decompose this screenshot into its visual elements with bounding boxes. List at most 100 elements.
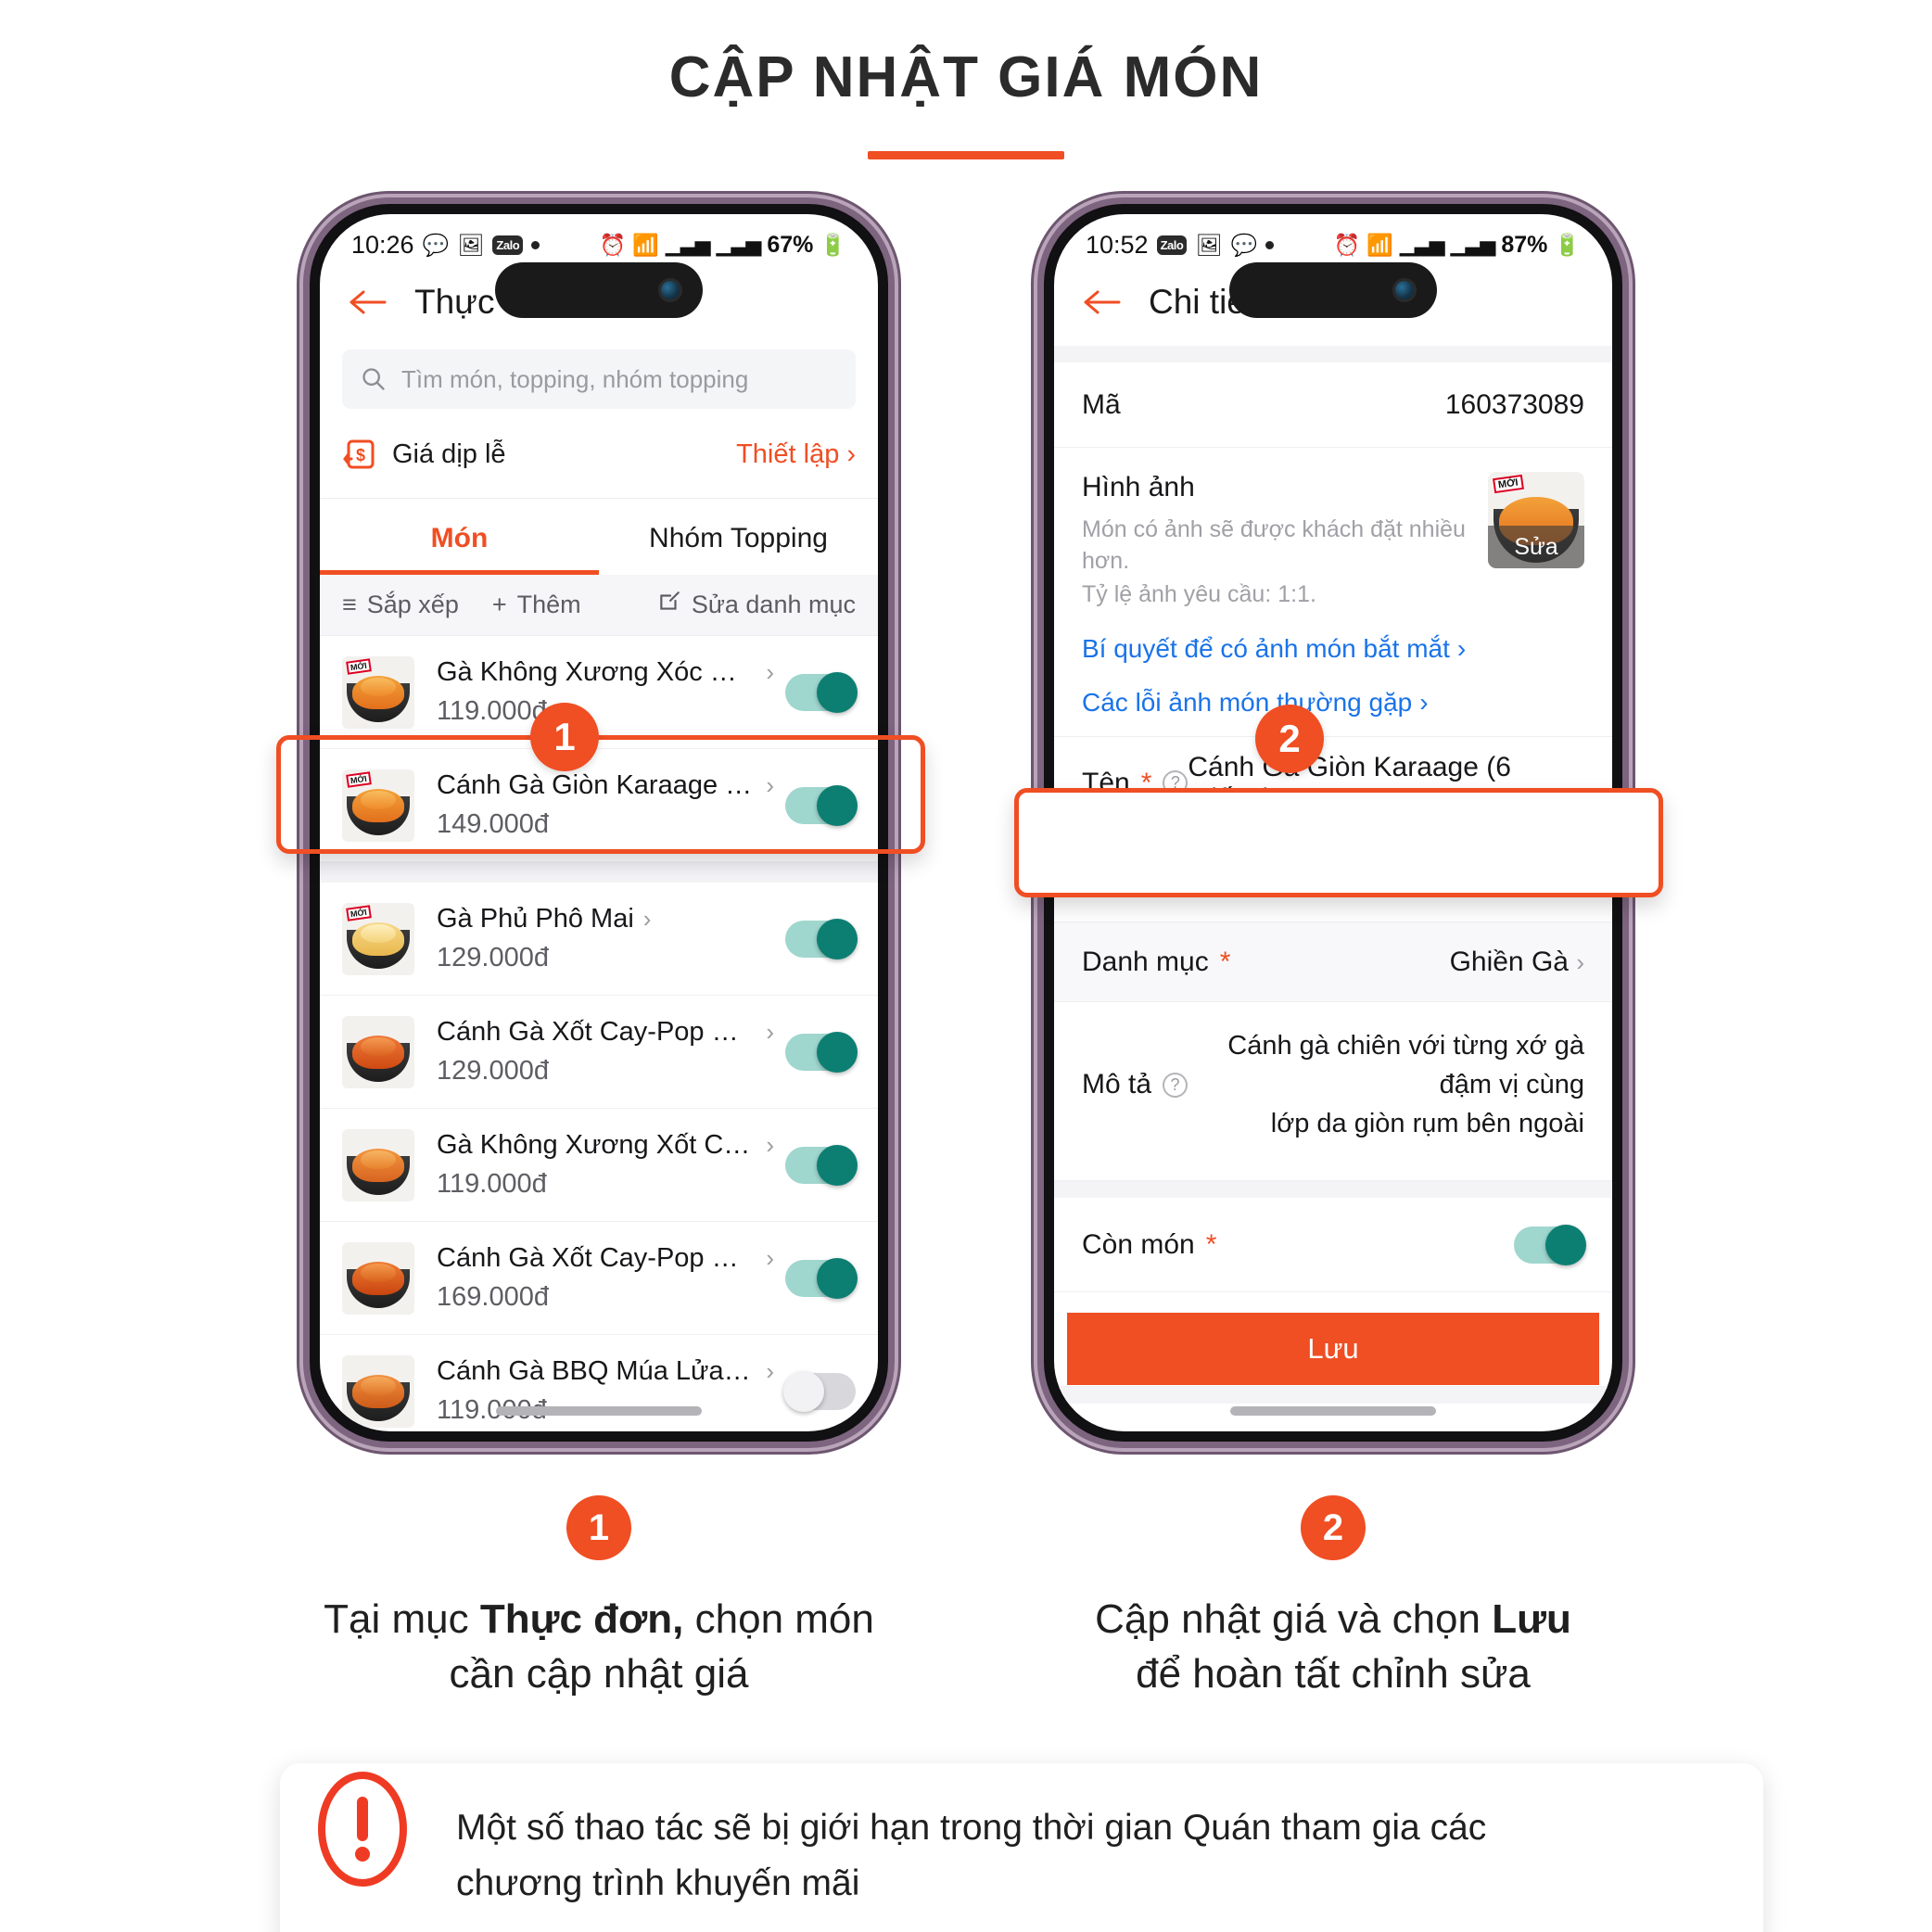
status-right: ⏰ 📶 ▁▃▅ ▁▃▅ 87% 🔋	[1334, 232, 1582, 259]
available-label-text: Còn món	[1082, 1228, 1195, 1260]
chevron-right-icon: ›	[766, 1131, 774, 1159]
chevron-right-icon: ›	[766, 658, 774, 686]
price-value: 152.000đ	[1468, 859, 1584, 891]
chevron-right-icon: ›	[1576, 947, 1584, 976]
image-hint-1: Món có ảnh sẽ được khách đặt nhiều hơn.	[1082, 516, 1466, 574]
dish-name: Cánh Gà Xốt Cay-Pop Hàn Quố...	[437, 1243, 757, 1273]
name-row[interactable]: Tên * ? Cánh Gà Giòn Karaage (6 Miếng)	[1054, 737, 1612, 831]
back-arrow-icon[interactable]	[1082, 287, 1123, 317]
dynamic-island	[495, 262, 703, 318]
table-row[interactable]: MỚI Cánh Gà Giòn Karaage (6 Miến... › 14…	[320, 749, 878, 862]
description-label: Mô tả ?	[1082, 1026, 1188, 1143]
dish-thumbnail	[342, 1015, 414, 1088]
code-row: Mã 160373089	[1054, 362, 1612, 448]
caption-2: 2 Cập nhật giá và chọn Lưu để hoàn tất c…	[1044, 1495, 1622, 1702]
name-value: Cánh Gà Giòn Karaage (6 Miếng)	[1188, 751, 1511, 814]
available-row[interactable]: Còn món *	[1054, 1198, 1612, 1293]
setup-link-label: Thiết lập	[736, 439, 840, 469]
setup-link[interactable]: Thiết lập ›	[736, 439, 856, 470]
tab-bar: Món Nhóm Topping	[320, 499, 878, 575]
title-underline	[868, 151, 1064, 159]
back-arrow-icon[interactable]	[348, 287, 388, 317]
caption-text-1: Tại mục Thực đơn, chọn món cần cập nhật …	[310, 1592, 888, 1702]
chevron-right-icon: ›	[766, 1018, 774, 1046]
zalo-icon: Zalo	[1156, 235, 1188, 255]
table-row[interactable]: Cánh Gà BBQ Múa Lửa Hồng (... › 119.000đ	[320, 1335, 878, 1431]
wifi-icon: 📶	[632, 232, 659, 257]
category-row[interactable]: Danh mục * Ghiền Gà ›	[1054, 922, 1612, 1003]
phones-row: 10:26 💬 🖼 Zalo ⏰ 📶 ▁▃▅ ▁▃▅ 67% 🔋 Thực đơ…	[0, 204, 1932, 1442]
dish-thumbnail	[342, 1241, 414, 1315]
signal-icon-1: ▁▃▅	[1399, 233, 1445, 256]
image-section: Hình ảnh Món có ảnh sẽ được khách đặt nh…	[1054, 448, 1612, 738]
dish-toggle[interactable]	[785, 784, 858, 826]
dish-thumbnail: MỚI	[342, 769, 414, 842]
add-button[interactable]: + Thêm	[492, 591, 581, 619]
sort-label: Sắp xếp	[366, 591, 459, 618]
tab-mon[interactable]: Món	[320, 499, 599, 575]
code-label: Mã	[1082, 388, 1121, 420]
help-icon[interactable]: ?	[1163, 1072, 1188, 1098]
dish-name: Cánh Gà BBQ Múa Lửa Hồng (...	[437, 1356, 756, 1386]
dish-toggle[interactable]	[785, 1144, 858, 1186]
table-row[interactable]: MỚI Gà Không Xương Xóc Mắm Tỏi ... › 119…	[320, 636, 878, 749]
holiday-price-row[interactable]: $ Giá dịp lễ Thiết lập ›	[320, 409, 878, 499]
tips-link[interactable]: Bí quyết để có ảnh món bắt mắt ›	[1082, 634, 1468, 664]
page-title: CẬP NHẬT GIÁ MÓN	[668, 45, 1264, 109]
save-button[interactable]: Lưu	[1067, 1313, 1599, 1385]
chat-icon: 💬	[422, 232, 450, 257]
section-divider	[1054, 346, 1612, 362]
image-title: Hình ảnh	[1082, 472, 1195, 502]
phone-1: 10:26 💬 🖼 Zalo ⏰ 📶 ▁▃▅ ▁▃▅ 67% 🔋 Thực đơ…	[310, 204, 888, 1442]
exclamation-icon	[304, 1771, 421, 1888]
captions-row: 1 Tại mục Thực đơn, chọn món cần cập nhậ…	[0, 1495, 1932, 1702]
step-badge-1: 1	[530, 703, 599, 771]
more-dot-icon	[1265, 240, 1275, 249]
errors-link-label: Các lỗi ảnh món thường gặp	[1082, 688, 1413, 718]
search-placeholder: Tìm món, topping, nhóm topping	[401, 364, 749, 393]
dish-toggle[interactable]	[783, 1370, 856, 1412]
dish-toggle[interactable]	[785, 1031, 858, 1073]
dish-toggle[interactable]	[785, 918, 858, 960]
signal-icon-2: ▁▃▅	[716, 233, 762, 256]
price-row[interactable]: Giá * ? 152.000đ	[1054, 830, 1612, 923]
name-label-text: Tên	[1082, 767, 1130, 798]
caption-badge-2: 2	[1301, 1495, 1366, 1560]
sort-button[interactable]: ≡ Sắp xếp	[342, 591, 459, 619]
alarm-icon: ⏰	[599, 232, 627, 257]
price-tag-icon: $	[342, 437, 377, 472]
edit-image-button[interactable]: Sửa	[1488, 526, 1584, 568]
help-icon[interactable]: ?	[1163, 770, 1188, 796]
name-label: Tên * ?	[1082, 768, 1188, 799]
chevron-right-icon: ›	[846, 439, 856, 469]
front-camera-icon	[1392, 278, 1417, 302]
front-camera-icon	[658, 278, 682, 302]
required-asterisk: *	[1219, 946, 1231, 977]
section-divider	[1054, 1387, 1612, 1405]
dish-name: Cánh Gà Xốt Cay-Pop Hàn Quố...	[437, 1017, 757, 1047]
note-line-1: Một số thao tác sẽ bị giới hạn trong thờ…	[456, 1807, 1487, 1848]
edit-category-button[interactable]: Sửa danh mục	[657, 590, 856, 620]
section-divider	[1054, 1181, 1612, 1199]
dish-toggle[interactable]	[785, 671, 858, 713]
plus-icon: +	[491, 591, 507, 618]
caption-text-2: Cập nhật giá và chọn Lưu để hoàn tất chỉ…	[1044, 1592, 1622, 1702]
help-icon[interactable]: ?	[1158, 863, 1184, 889]
phone-1-screen: 10:26 💬 🖼 Zalo ⏰ 📶 ▁▃▅ ▁▃▅ 67% 🔋 Thực đơ…	[320, 214, 878, 1431]
battery-percent: 67%	[767, 231, 814, 258]
description-row[interactable]: Mô tả ? Cánh gà chiên với từng xớ gà đậm…	[1054, 1002, 1612, 1182]
dish-image[interactable]: MỚI Sửa	[1488, 472, 1584, 568]
table-row[interactable]: Cánh Gà Xốt Cay-Pop Hàn Quố... › 169.000…	[320, 1222, 878, 1335]
dish-name: Cánh Gà Giòn Karaage (6 Miến...	[437, 770, 756, 800]
table-row[interactable]: Cánh Gà Xốt Cay-Pop Hàn Quố... › 129.000…	[320, 996, 878, 1109]
table-row[interactable]: Gà Không Xương Xốt Cay-Pop ... › 119.000…	[320, 1109, 878, 1222]
phone-2: 10:52 Zalo 🖼 💬 ⏰ 📶 ▁▃▅ ▁▃▅ 87% 🔋 Chi tiế…	[1044, 204, 1622, 1442]
status-left: 10:52 Zalo 🖼 💬	[1086, 231, 1275, 260]
dish-toggle[interactable]	[785, 1257, 858, 1299]
search-input[interactable]: Tìm món, topping, nhóm topping	[342, 350, 856, 409]
sort-icon: ≡	[342, 591, 357, 618]
tab-nhom-topping[interactable]: Nhóm Topping	[599, 499, 878, 575]
available-label: Còn món *	[1082, 1229, 1216, 1261]
table-row[interactable]: MỚI Gà Phủ Phô Mai › 129.000đ	[320, 883, 878, 996]
available-toggle[interactable]	[1514, 1224, 1586, 1265]
